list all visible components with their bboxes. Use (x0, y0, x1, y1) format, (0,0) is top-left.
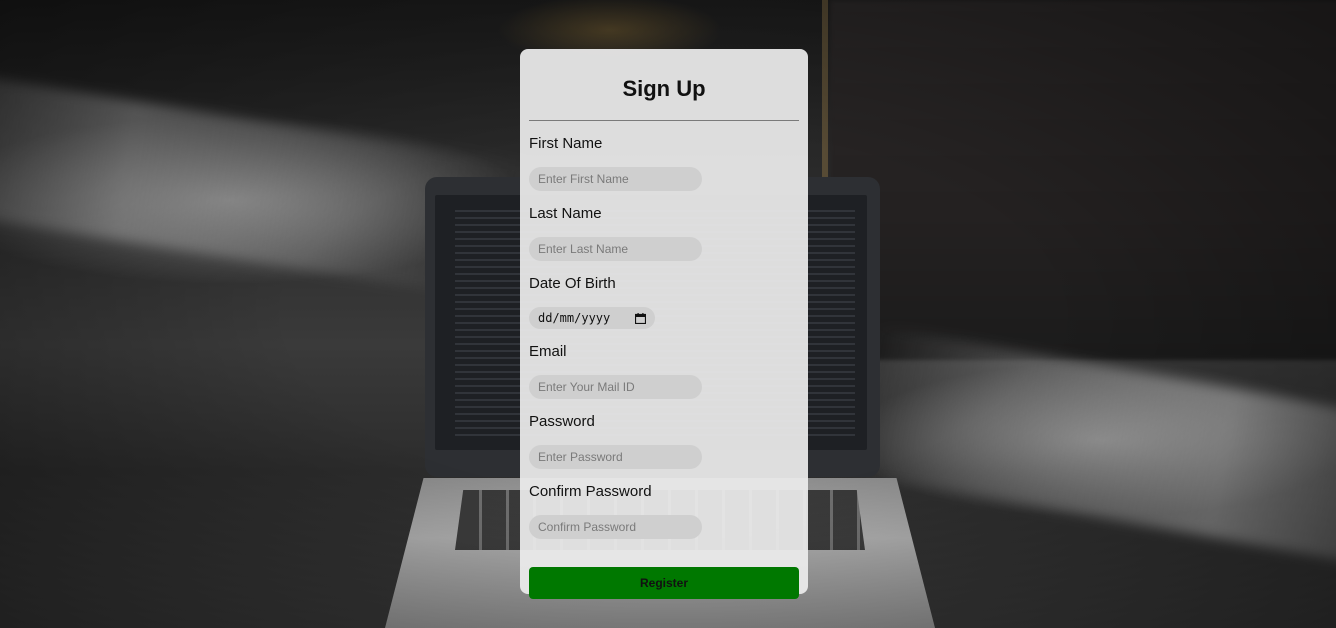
first-name-input[interactable] (529, 167, 702, 191)
dob-placeholder: dd/mm/yyyy (538, 311, 611, 325)
password-field: Password (529, 413, 799, 469)
last-name-label: Last Name (529, 205, 602, 222)
dob-input[interactable]: dd/mm/yyyy (529, 307, 655, 329)
password-label: Password (529, 413, 595, 430)
first-name-label: First Name (529, 135, 603, 152)
register-button[interactable]: Register (529, 567, 799, 599)
last-name-input[interactable] (529, 237, 702, 261)
form-title: Sign Up (622, 76, 706, 101)
confirm-password-field: Confirm Password (529, 483, 799, 539)
first-name-field: First Name (529, 135, 799, 191)
email-input[interactable] (529, 375, 702, 399)
password-input[interactable] (529, 445, 702, 469)
dob-field: Date Of Birth dd/mm/yyyy (529, 275, 799, 329)
signup-form: Sign Up First Name Last Name Date Of Bir… (520, 49, 808, 599)
email-label: Email (529, 343, 567, 360)
last-name-field: Last Name (529, 205, 799, 261)
email-field: Email (529, 343, 799, 399)
confirm-password-input[interactable] (529, 515, 702, 539)
calendar-icon[interactable] (635, 312, 646, 324)
title-divider (529, 120, 799, 121)
dob-label: Date Of Birth (529, 275, 616, 292)
confirm-password-label: Confirm Password (529, 483, 652, 500)
